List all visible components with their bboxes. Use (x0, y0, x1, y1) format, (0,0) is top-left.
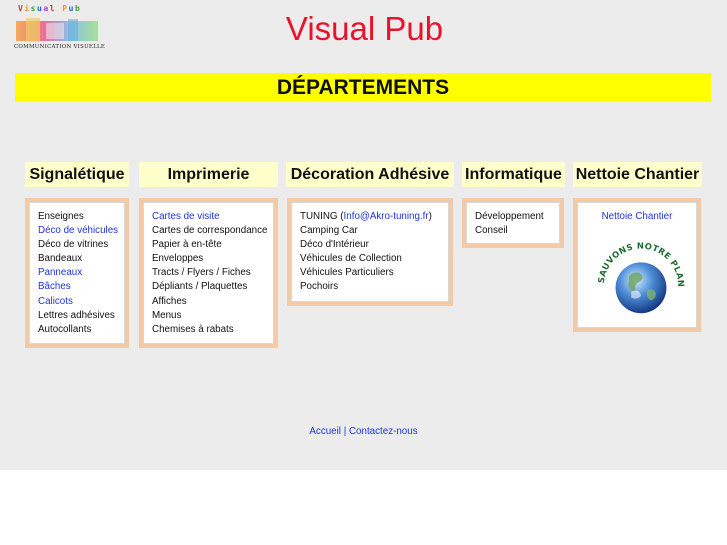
link-nettoie-chantier[interactable]: Nettoie Chantier (578, 210, 696, 224)
link-deco-vehicules[interactable]: Déco de véhicules (38, 224, 118, 238)
heading-informatique: Informatique (462, 162, 565, 187)
decoration-adhesive-list: TUNING (Info@Akro-tuning.fr) Camping Car… (300, 210, 432, 295)
list-item: Véhicules Particuliers (300, 267, 394, 279)
decoration-adhesive-box: TUNING (Info@Akro-tuning.fr) Camping Car… (287, 198, 453, 306)
list-item-tuning: TUNING (Info@Akro-tuning.fr) (300, 210, 432, 224)
nettoie-chantier-box: Nettoie Chantier SAUVONS NOTRE PLANETE (573, 198, 701, 332)
imprimerie-box: Cartes de visite Cartes de correspondanc… (139, 198, 278, 348)
list-item: Papier à en-tête (152, 239, 222, 251)
list-item: Menus (152, 309, 182, 321)
signaletique-list: Enseignes Déco de véhicules Déco de vitr… (38, 210, 118, 337)
list-item: Dépliants / Plaquettes (152, 281, 248, 293)
list-item: Véhicules de Collection (300, 253, 402, 265)
tuning-close-paren: ) (428, 211, 432, 222)
list-item: Bandeaux (38, 253, 83, 265)
page-background: Visual Pub COMMUNICATION VISUELLE Visual… (0, 0, 727, 470)
list-item: Camping Car (300, 225, 358, 237)
informatique-list: Développement Conseil (475, 210, 544, 238)
heading-nettoie-chantier: Nettoie Chantier (573, 162, 702, 187)
list-item: Autocollants (38, 323, 92, 335)
list-item: Tracts / Flyers / Fiches (152, 267, 251, 279)
tuning-email-link[interactable]: Info@Akro-tuning.fr (344, 211, 429, 222)
heading-decoration-adhesive: Décoration Adhésive (286, 162, 454, 187)
site-title: Visual Pub (285, 10, 444, 47)
list-item: Enveloppes (152, 253, 204, 265)
list-item: Développement (475, 211, 544, 222)
departments-banner: DÉPARTEMENTS (15, 73, 711, 102)
list-item: Pochoirs (300, 281, 339, 293)
informatique-box: Développement Conseil (462, 198, 564, 248)
list-item: Enseignes (38, 211, 84, 222)
link-cartes-de-visite[interactable]: Cartes de visite (152, 210, 267, 224)
list-item: Cartes de correspondance (152, 225, 268, 237)
footer-separator: | (340, 426, 349, 437)
list-item: Déco d'Intérieur (300, 239, 369, 251)
list-item: Lettres adhésives (38, 309, 115, 321)
heading-signaletique: Signalétique (25, 162, 129, 187)
footer-nav: Accueil | Contactez-nous (0, 426, 727, 437)
link-calicots[interactable]: Calicots (38, 295, 118, 309)
list-item: Affiches (152, 295, 187, 307)
link-panneaux[interactable]: Panneaux (38, 266, 118, 280)
list-item: Déco de vitrines (38, 239, 109, 251)
footer-link-accueil[interactable]: Accueil (309, 426, 341, 437)
save-the-planet-emblem[interactable]: SAUVONS NOTRE PLANETE (592, 231, 690, 323)
link-baches[interactable]: Bâches (38, 280, 118, 294)
list-item: Conseil (475, 225, 508, 237)
list-item: Chemises à rabats (152, 323, 234, 335)
signaletique-box: Enseignes Déco de véhicules Déco de vitr… (25, 198, 129, 348)
footer-link-contact[interactable]: Contactez-nous (349, 426, 418, 437)
heading-imprimerie: Imprimerie (139, 162, 278, 187)
imprimerie-list: Cartes de visite Cartes de correspondanc… (152, 210, 267, 337)
tuning-label: TUNING ( (300, 211, 344, 222)
